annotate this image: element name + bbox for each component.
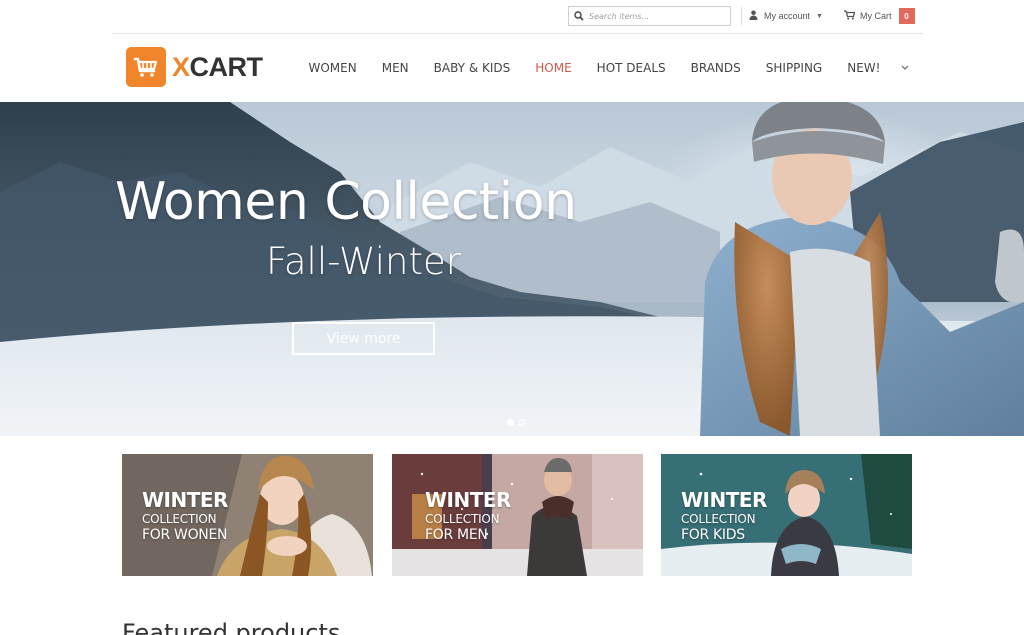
banner-men-line3: FOR MEN [425,527,488,543]
slider-pagination [507,419,525,426]
nav-item-shipping[interactable]: SHIPPING [753,61,834,75]
nav-more-chevron-icon[interactable] [893,63,917,74]
nav-item-hot-deals[interactable]: HOT DEALS [584,61,678,75]
hero-slider: Women Collection Fall-Winter View more [0,102,1024,436]
xcart-logo[interactable]: XCART [126,47,263,87]
nav-item-women[interactable]: WOMEN [296,61,369,75]
banner-winter-women[interactable]: WINTER COLLECTION FOR WONEN [122,454,373,576]
search-icon[interactable] [569,7,589,25]
banner-kids-line3: FOR KIDS [681,527,745,543]
site-header: XCART WOMEN MEN BABY & KIDS HOME HOT DEA… [0,34,1024,102]
banner-women-line1: WINTER [142,488,228,512]
my-cart-button[interactable]: My Cart 0 [844,8,915,24]
banner-men-line2: COLLECTION [425,512,500,526]
chevron-down-icon: ▼ [816,12,823,20]
nav-item-home[interactable]: HOME [523,61,584,75]
cart-logo-icon [126,47,166,87]
my-account-label: My account [764,11,811,21]
banner-women-line3: FOR WONEN [142,527,228,543]
banner-winter-kids[interactable]: WINTER COLLECTION FOR KIDS [661,454,912,576]
top-utility-bar: My account ▼ My Cart 0 [112,0,923,34]
nav-item-new[interactable]: NEW! [835,61,893,75]
divider [741,7,742,25]
view-more-button[interactable]: View more [292,322,435,355]
banner-women-line2: COLLECTION [142,512,217,526]
my-cart-label: My Cart [860,11,892,21]
banner-men-line1: WINTER [425,488,511,512]
my-account-menu[interactable]: My account ▼ [749,8,823,24]
banner-kids-line1: WINTER [681,488,767,512]
nav-item-men[interactable]: MEN [369,61,421,75]
nav-item-baby-kids[interactable]: BABY & KIDS [421,61,523,75]
main-navigation: WOMEN MEN BABY & KIDS HOME HOT DEALS BRA… [296,34,917,102]
banner-kids-line2: COLLECTION [681,512,756,526]
hero-subtitle: Fall-Winter [266,240,461,283]
search-box[interactable] [568,6,731,26]
nav-item-brands[interactable]: BRANDS [678,61,753,75]
hero-title: Women Collection [115,172,577,232]
search-input[interactable] [589,11,724,21]
banner-kids-text: WINTER COLLECTION FOR KIDS [681,490,767,542]
cart-icon [844,10,856,22]
banner-winter-men[interactable]: WINTER COLLECTION FOR MEN [392,454,643,576]
featured-products-heading: Featured products [122,619,341,635]
slider-dot-2[interactable] [518,419,525,426]
logo-wordmark: XCART [172,51,263,82]
banner-men-text: WINTER COLLECTION FOR MEN [425,490,511,542]
slider-dot-1[interactable] [507,419,514,426]
user-icon [749,10,758,22]
banner-women-text: WINTER COLLECTION FOR WONEN [142,490,228,542]
hero-background-image [0,102,1024,436]
cart-count-badge: 0 [898,8,915,24]
